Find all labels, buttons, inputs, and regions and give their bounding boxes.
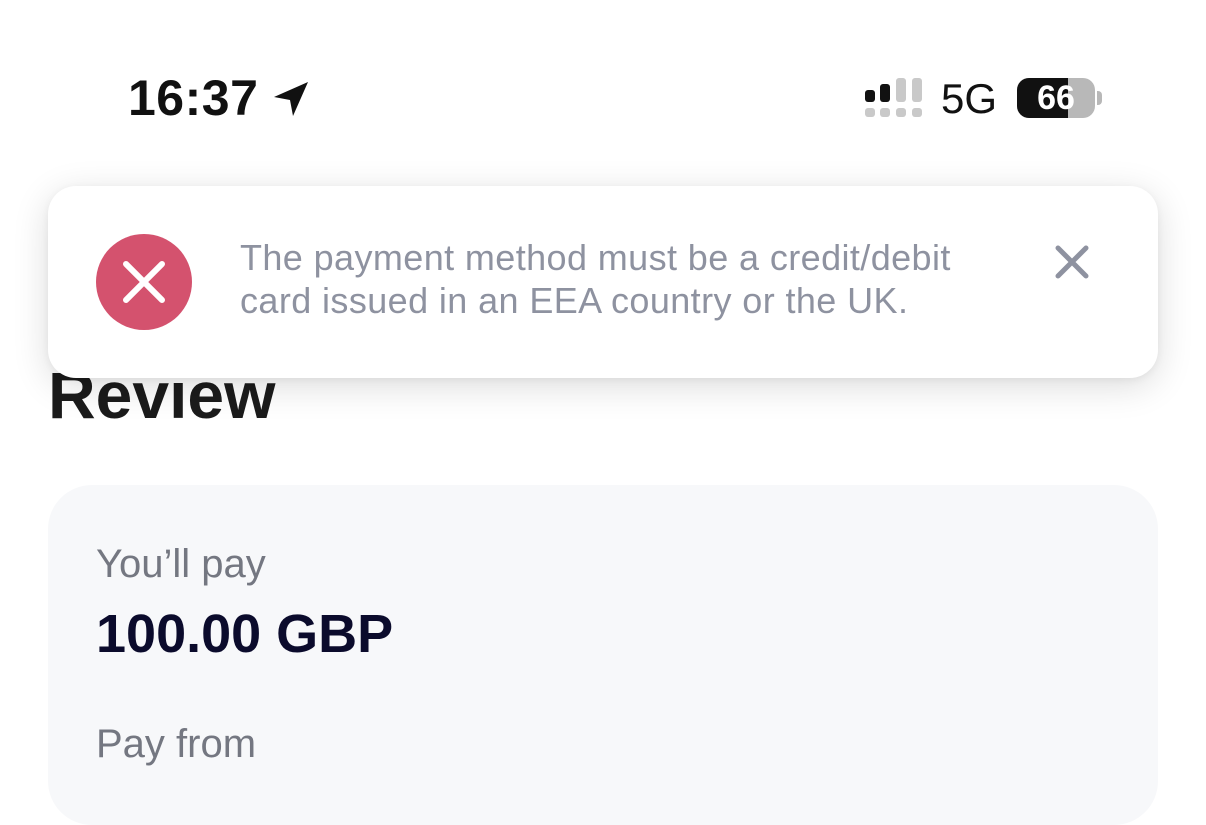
battery-level-text: 66 bbox=[1037, 79, 1075, 117]
pay-amount: 100.00 GBP bbox=[96, 604, 394, 664]
close-toast-button[interactable] bbox=[1050, 240, 1094, 284]
signal-icon bbox=[865, 78, 922, 117]
location-arrow-icon bbox=[274, 82, 308, 116]
pay-label: You’ll pay bbox=[96, 542, 266, 586]
close-icon bbox=[1055, 245, 1089, 279]
error-x-icon bbox=[96, 234, 192, 330]
toast-message: The payment method must be a credit/debi… bbox=[240, 237, 951, 321]
payment-summary-card: You’ll pay 100.00 GBP Pay from bbox=[48, 485, 1158, 825]
battery-icon: 66 bbox=[1017, 78, 1095, 118]
battery-cap bbox=[1097, 91, 1102, 105]
error-toast: The payment method must be a credit/debi… bbox=[48, 186, 1158, 378]
pay-from-label: Pay from bbox=[96, 722, 257, 766]
network-type: 5G bbox=[941, 75, 998, 122]
status-time: 16:37 bbox=[128, 70, 259, 126]
